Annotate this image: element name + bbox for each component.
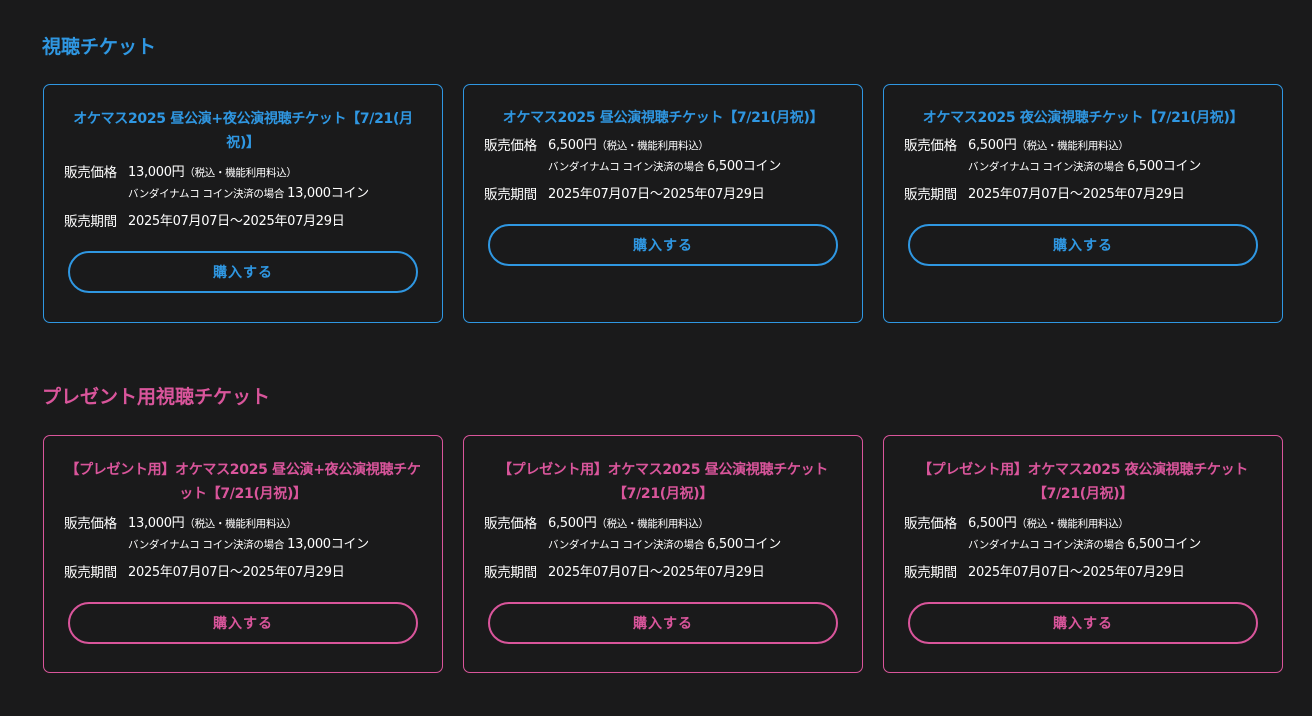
period-label: 販売期間 bbox=[904, 565, 957, 581]
period-row: 販売期間 2025年07月07日〜2025年07月29日 bbox=[904, 185, 1282, 205]
coin-price-line: バンダイナムコ コイン決済の場合 13,000コイン bbox=[128, 183, 369, 205]
coin-price-line: バンダイナムコ コイン決済の場合 6,500コイン bbox=[548, 534, 781, 556]
price-value-line: 13,000円（税込・機能利用料込） bbox=[128, 514, 369, 534]
ticket-title: 【プレゼント用】オケマス2025 夜公演視聴チケット【7/21(月祝)】 bbox=[917, 462, 1249, 502]
ticket-card-day-night: オケマス2025 昼公演+夜公演視聴チケット【7/21(月祝)】 販売価格 13… bbox=[43, 84, 443, 323]
price-value-line: 6,500円（税込・機能利用料込） bbox=[548, 136, 781, 156]
price-label: 販売価格 bbox=[904, 138, 957, 154]
price-note: （税込・機能利用料込） bbox=[184, 518, 297, 530]
coin-value: 6,500コイン bbox=[707, 159, 781, 174]
coin-prefix: バンダイナムコ コイン決済の場合 bbox=[128, 188, 285, 200]
price-note: （税込・機能利用料込） bbox=[596, 518, 709, 530]
price-block: 13,000円（税込・機能利用料込） バンダイナムコ コイン決済の場合 13,0… bbox=[128, 163, 369, 205]
period-row: 販売期間 2025年07月07日〜2025年07月29日 bbox=[904, 563, 1282, 583]
gift-ticket-card-day-night: 【プレゼント用】オケマス2025 昼公演+夜公演視聴チケット【7/21(月祝)】… bbox=[43, 435, 443, 673]
period-value: 2025年07月07日〜2025年07月29日 bbox=[968, 187, 1185, 202]
price-value: 6,500円 bbox=[548, 516, 597, 531]
ticket-info: 販売価格 6,500円（税込・機能利用料込） バンダイナムコ コイン決済の場合 … bbox=[884, 514, 1282, 583]
period-label: 販売期間 bbox=[484, 187, 537, 203]
ticket-title: 【プレゼント用】オケマス2025 昼公演視聴チケット【7/21(月祝)】 bbox=[497, 462, 829, 502]
price-label: 販売価格 bbox=[64, 516, 117, 532]
price-row: 販売価格 6,500円（税込・機能利用料込） バンダイナムコ コイン決済の場合 … bbox=[484, 514, 862, 556]
price-value-line: 6,500円（税込・機能利用料込） bbox=[968, 136, 1201, 156]
coin-price-line: バンダイナムコ コイン決済の場合 13,000コイン bbox=[128, 534, 369, 556]
period-value: 2025年07月07日〜2025年07月29日 bbox=[128, 214, 345, 229]
ticket-title: オケマス2025 夜公演視聴チケット【7/21(月祝)】 bbox=[922, 110, 1244, 126]
period-row: 販売期間 2025年07月07日〜2025年07月29日 bbox=[484, 185, 862, 205]
price-value: 13,000円 bbox=[128, 516, 185, 531]
price-row: 販売価格 13,000円（税込・機能利用料込） バンダイナムコ コイン決済の場合… bbox=[64, 514, 442, 556]
price-label: 販売価格 bbox=[484, 516, 537, 532]
gift-ticket-card-day: 【プレゼント用】オケマス2025 昼公演視聴チケット【7/21(月祝)】 販売価… bbox=[463, 435, 863, 673]
ticket-info: 販売価格 13,000円（税込・機能利用料込） バンダイナムコ コイン決済の場合… bbox=[44, 163, 442, 232]
price-note: （税込・機能利用料込） bbox=[184, 167, 297, 179]
price-block: 6,500円（税込・機能利用料込） バンダイナムコ コイン決済の場合 6,500… bbox=[968, 136, 1201, 178]
price-row: 販売価格 6,500円（税込・機能利用料込） バンダイナムコ コイン決済の場合 … bbox=[904, 136, 1282, 178]
price-label: 販売価格 bbox=[904, 516, 957, 532]
price-row: 販売価格 13,000円（税込・機能利用料込） バンダイナムコ コイン決済の場合… bbox=[64, 163, 442, 205]
period-row: 販売期間 2025年07月07日〜2025年07月29日 bbox=[64, 563, 442, 583]
price-value: 13,000円 bbox=[128, 165, 185, 180]
ticket-card-day: オケマス2025 昼公演視聴チケット【7/21(月祝)】 販売価格 6,500円… bbox=[463, 84, 863, 323]
coin-value: 6,500コイン bbox=[1127, 537, 1201, 552]
coin-prefix: バンダイナムコ コイン決済の場合 bbox=[548, 161, 705, 173]
ticket-info: 販売価格 6,500円（税込・機能利用料込） バンダイナムコ コイン決済の場合 … bbox=[884, 136, 1282, 205]
price-value: 6,500円 bbox=[968, 138, 1017, 153]
price-value: 6,500円 bbox=[968, 516, 1017, 531]
price-value: 6,500円 bbox=[548, 138, 597, 153]
section-title-gift-tickets: プレゼント用視聴チケット bbox=[42, 386, 271, 408]
buy-button[interactable]: 購入する bbox=[68, 602, 418, 644]
coin-prefix: バンダイナムコ コイン決済の場合 bbox=[968, 161, 1125, 173]
price-value-line: 13,000円（税込・機能利用料込） bbox=[128, 163, 369, 183]
ticket-card-night: オケマス2025 夜公演視聴チケット【7/21(月祝)】 販売価格 6,500円… bbox=[883, 84, 1283, 323]
price-row: 販売価格 6,500円（税込・機能利用料込） バンダイナムコ コイン決済の場合 … bbox=[484, 136, 862, 178]
period-row: 販売期間 2025年07月07日〜2025年07月29日 bbox=[64, 212, 442, 232]
coin-price-line: バンダイナムコ コイン決済の場合 6,500コイン bbox=[968, 156, 1201, 178]
price-block: 13,000円（税込・機能利用料込） バンダイナムコ コイン決済の場合 13,0… bbox=[128, 514, 369, 556]
price-value-line: 6,500円（税込・機能利用料込） bbox=[968, 514, 1201, 534]
price-label: 販売価格 bbox=[484, 138, 537, 154]
gift-ticket-card-night: 【プレゼント用】オケマス2025 夜公演視聴チケット【7/21(月祝)】 販売価… bbox=[883, 435, 1283, 673]
buy-button[interactable]: 購入する bbox=[488, 224, 838, 266]
ticket-title: 【プレゼント用】オケマス2025 昼公演+夜公演視聴チケット【7/21(月祝)】 bbox=[65, 462, 421, 502]
coin-value: 6,500コイン bbox=[707, 537, 781, 552]
period-value: 2025年07月07日〜2025年07月29日 bbox=[968, 565, 1185, 580]
price-block: 6,500円（税込・機能利用料込） バンダイナムコ コイン決済の場合 6,500… bbox=[548, 514, 781, 556]
coin-prefix: バンダイナムコ コイン決済の場合 bbox=[968, 539, 1125, 551]
coin-price-line: バンダイナムコ コイン決済の場合 6,500コイン bbox=[548, 156, 781, 178]
ticket-info: 販売価格 6,500円（税込・機能利用料込） バンダイナムコ コイン決済の場合 … bbox=[464, 514, 862, 583]
buy-button[interactable]: 購入する bbox=[488, 602, 838, 644]
price-block: 6,500円（税込・機能利用料込） バンダイナムコ コイン決済の場合 6,500… bbox=[968, 514, 1201, 556]
price-note: （税込・機能利用料込） bbox=[596, 140, 709, 152]
buy-button[interactable]: 購入する bbox=[68, 251, 418, 293]
coin-value: 13,000コイン bbox=[287, 537, 369, 552]
period-row: 販売期間 2025年07月07日〜2025年07月29日 bbox=[484, 563, 862, 583]
coin-value: 13,000コイン bbox=[287, 186, 369, 201]
period-value: 2025年07月07日〜2025年07月29日 bbox=[548, 187, 765, 202]
period-value: 2025年07月07日〜2025年07月29日 bbox=[548, 565, 765, 580]
ticket-title: オケマス2025 昼公演+夜公演視聴チケット【7/21(月祝)】 bbox=[73, 111, 413, 151]
price-value-line: 6,500円（税込・機能利用料込） bbox=[548, 514, 781, 534]
coin-prefix: バンダイナムコ コイン決済の場合 bbox=[548, 539, 705, 551]
period-label: 販売期間 bbox=[904, 187, 957, 203]
period-label: 販売期間 bbox=[64, 214, 117, 230]
price-label: 販売価格 bbox=[64, 165, 117, 181]
section-title-viewing-tickets: 視聴チケット bbox=[42, 36, 157, 58]
period-label: 販売期間 bbox=[64, 565, 117, 581]
ticket-title: オケマス2025 昼公演視聴チケット【7/21(月祝)】 bbox=[502, 110, 824, 126]
buy-button[interactable]: 購入する bbox=[908, 602, 1258, 644]
coin-value: 6,500コイン bbox=[1127, 159, 1201, 174]
coin-price-line: バンダイナムコ コイン決済の場合 6,500コイン bbox=[968, 534, 1201, 556]
price-row: 販売価格 6,500円（税込・機能利用料込） バンダイナムコ コイン決済の場合 … bbox=[904, 514, 1282, 556]
price-note: （税込・機能利用料込） bbox=[1016, 518, 1129, 530]
price-note: （税込・機能利用料込） bbox=[1016, 140, 1129, 152]
coin-prefix: バンダイナムコ コイン決済の場合 bbox=[128, 539, 285, 551]
ticket-info: 販売価格 6,500円（税込・機能利用料込） バンダイナムコ コイン決済の場合 … bbox=[464, 136, 862, 205]
period-value: 2025年07月07日〜2025年07月29日 bbox=[128, 565, 345, 580]
price-block: 6,500円（税込・機能利用料込） バンダイナムコ コイン決済の場合 6,500… bbox=[548, 136, 781, 178]
period-label: 販売期間 bbox=[484, 565, 537, 581]
buy-button[interactable]: 購入する bbox=[908, 224, 1258, 266]
ticket-info: 販売価格 13,000円（税込・機能利用料込） バンダイナムコ コイン決済の場合… bbox=[44, 514, 442, 583]
